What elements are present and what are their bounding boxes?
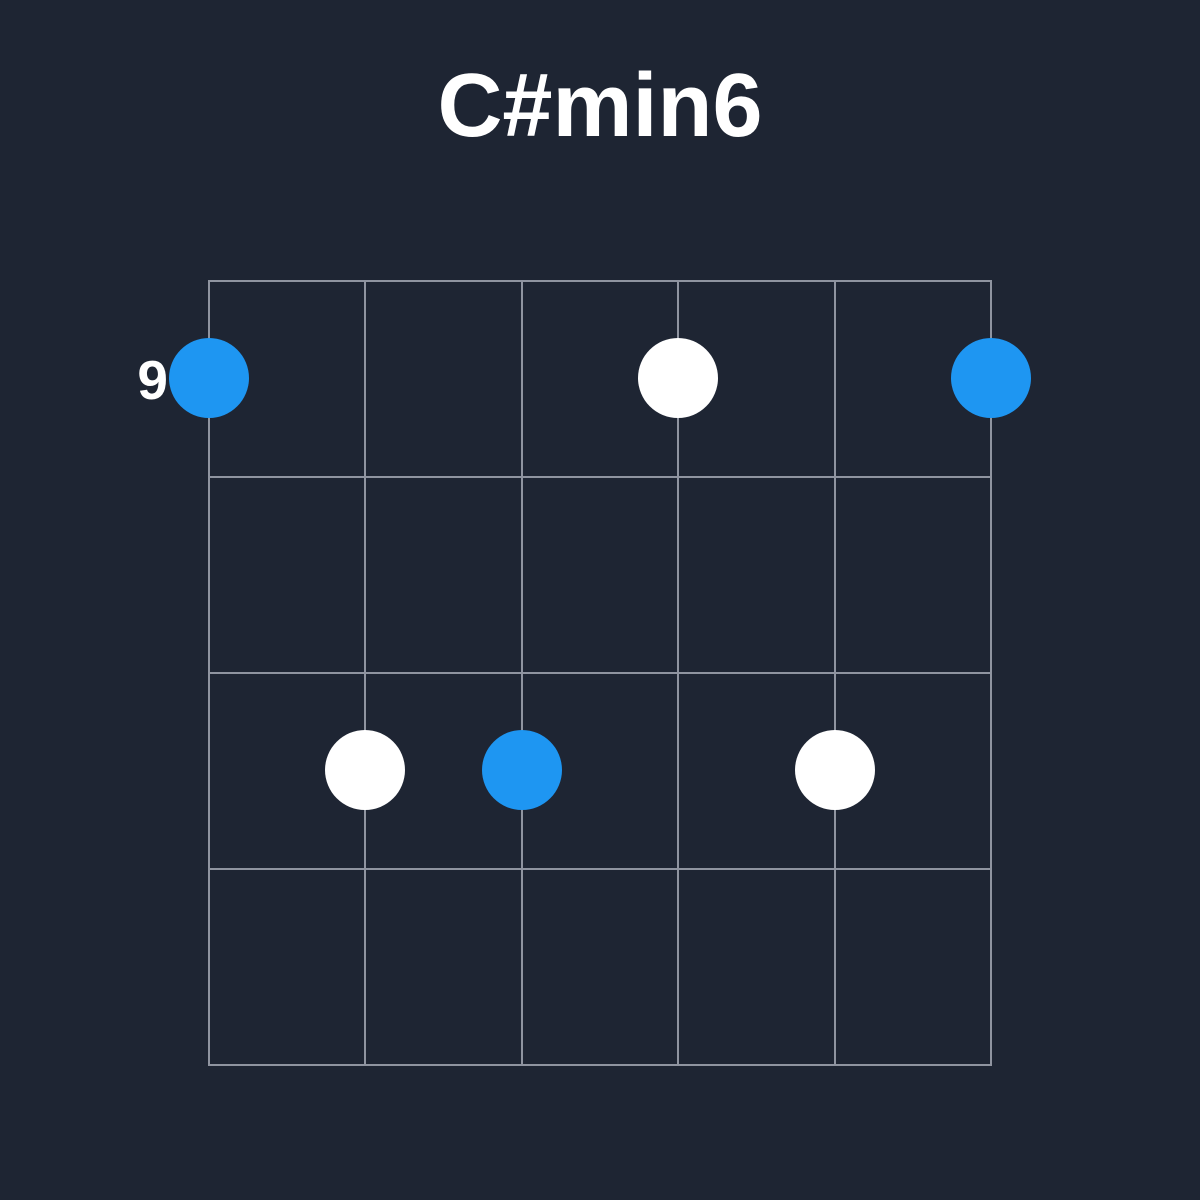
chord-title: C#min6	[0, 55, 1200, 158]
starting-fret-label: 9	[98, 348, 168, 412]
fret-line-1	[208, 476, 992, 478]
finger-dot-string4-fret9	[638, 338, 718, 418]
fretboard-container	[208, 280, 992, 1064]
finger-dot-string5-fret11	[795, 730, 875, 810]
fret-line-4	[208, 1064, 992, 1066]
fret-line-2	[208, 672, 992, 674]
fret-line-0	[208, 280, 992, 282]
fret-line-3	[208, 868, 992, 870]
finger-dot-string1-fret9	[169, 338, 249, 418]
fretboard-grid	[208, 280, 992, 1064]
finger-dot-string6-fret9	[951, 338, 1031, 418]
finger-dot-string2-fret11	[325, 730, 405, 810]
finger-dot-string3-fret11	[482, 730, 562, 810]
